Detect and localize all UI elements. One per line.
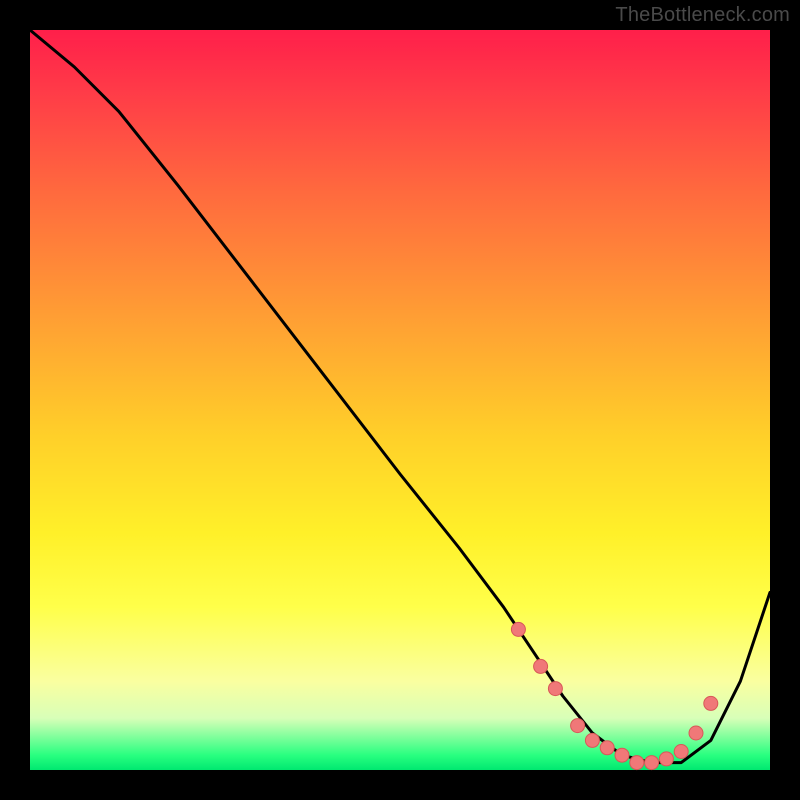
- marker-dot: [534, 659, 548, 673]
- watermark-text: TheBottleneck.com: [615, 4, 790, 27]
- marker-dot: [689, 726, 703, 740]
- marker-dot: [704, 696, 718, 710]
- marker-dot: [585, 733, 599, 747]
- marker-dot: [674, 745, 688, 759]
- marker-dot: [548, 682, 562, 696]
- marker-dot: [571, 719, 585, 733]
- chart-frame: TheBottleneck.com: [0, 0, 800, 800]
- chart-svg: [30, 30, 770, 770]
- marker-dot: [600, 741, 614, 755]
- marker-dot: [630, 756, 644, 770]
- marker-dot: [511, 622, 525, 636]
- plot-area: [30, 30, 770, 770]
- marker-dot: [645, 756, 659, 770]
- marker-dot: [615, 748, 629, 762]
- bottleneck-curve: [30, 30, 770, 763]
- highlighted-points: [511, 622, 717, 769]
- marker-dot: [659, 752, 673, 766]
